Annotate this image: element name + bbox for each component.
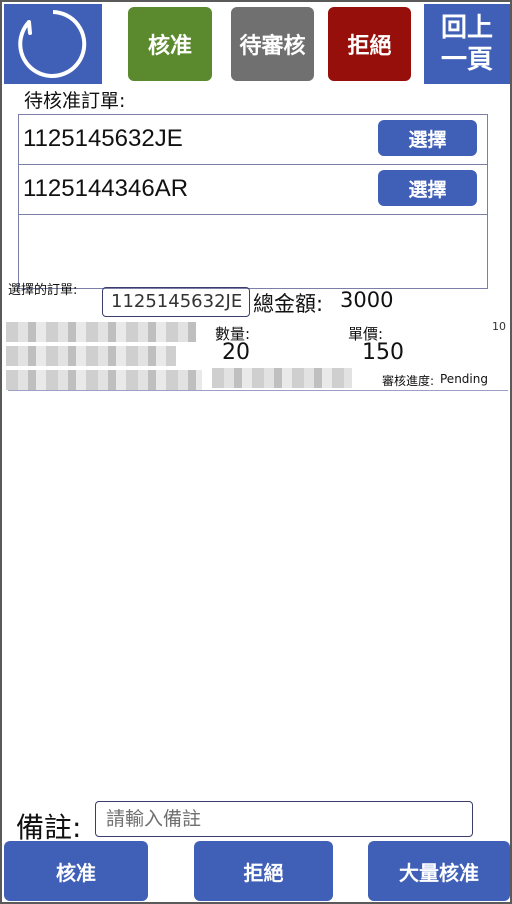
- order-id: 1125145632JE: [23, 125, 183, 152]
- quantity-value: 20: [222, 340, 250, 365]
- remark-input[interactable]: [95, 801, 473, 837]
- review-status-value: Pending: [440, 372, 488, 386]
- bulk-approve-button[interactable]: 大量核准: [368, 841, 510, 901]
- select-order-button[interactable]: 選擇: [378, 170, 477, 206]
- unit-price-value: 150: [362, 340, 404, 365]
- redacted-text: [6, 322, 196, 342]
- back-label-line2: 一頁: [440, 45, 493, 75]
- corner-number: 10: [492, 320, 506, 333]
- filter-rejected-button[interactable]: 拒絕: [328, 7, 411, 81]
- reject-button[interactable]: 拒絕: [194, 841, 333, 901]
- pending-orders-list: 1125145632JE 選擇 1125144346AR 選擇: [18, 114, 488, 289]
- filter-pending-button[interactable]: 待審核: [231, 7, 314, 81]
- list-item: 1125144346AR 選擇: [19, 165, 487, 215]
- total-amount-label: 總金額:: [253, 292, 324, 316]
- divider: [8, 390, 508, 391]
- pending-orders-title: 待核准訂單:: [24, 90, 126, 112]
- remark-label: 備註:: [16, 811, 82, 844]
- select-order-button[interactable]: 選擇: [378, 120, 477, 156]
- back-label-line1: 回上: [440, 13, 493, 43]
- redacted-text: [212, 368, 352, 388]
- back-button[interactable]: 回上 一頁: [424, 4, 510, 84]
- approve-button[interactable]: 核准: [4, 841, 148, 901]
- refresh-button[interactable]: [4, 4, 102, 84]
- selected-order-field[interactable]: 1125145632JE: [102, 287, 250, 317]
- filter-approved-button[interactable]: 核准: [128, 7, 212, 81]
- total-amount-value: 3000: [340, 288, 394, 312]
- redacted-text: [6, 346, 176, 366]
- redacted-text: [6, 370, 202, 390]
- list-item: 1125145632JE 選擇: [19, 115, 487, 165]
- refresh-icon: [18, 10, 87, 78]
- order-id: 1125144346AR: [23, 175, 189, 202]
- review-status-label: 審核進度:: [382, 374, 435, 388]
- selected-order-label: 選擇的訂單:: [8, 283, 78, 298]
